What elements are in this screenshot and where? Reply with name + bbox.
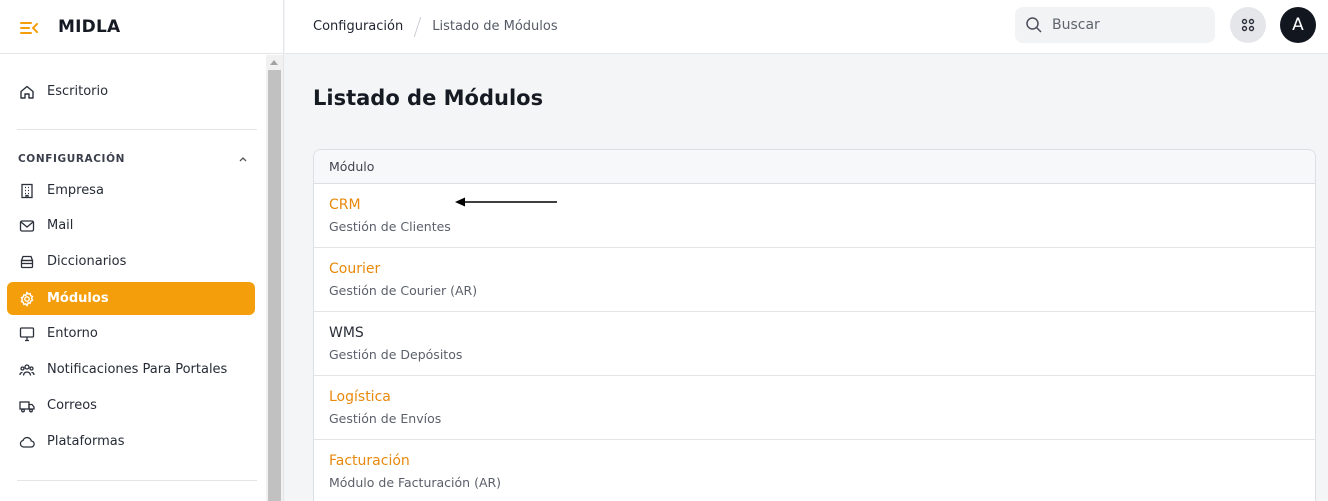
sidebar-item-label: Escritorio xyxy=(47,84,109,99)
sidebar-item-label: Notificaciones Para Portales xyxy=(47,362,228,377)
apps-button[interactable] xyxy=(1230,7,1266,43)
monitor-icon xyxy=(19,326,35,341)
breadcrumb: Configuración Listado de Módulos xyxy=(285,16,558,37)
sidebar-item-label: Empresa xyxy=(47,183,104,198)
sidebar-item-label: Entorno xyxy=(47,326,98,341)
table-row: WMS Gestión de Depósitos xyxy=(314,312,1315,376)
home-icon xyxy=(20,85,34,99)
module-description: Gestión de Clientes xyxy=(329,219,451,234)
search-input[interactable] xyxy=(1052,17,1192,33)
sidebar-item-diccionarios[interactable]: Diccionarios xyxy=(7,245,255,278)
table-row: CRM Gestión de Clientes xyxy=(314,184,1315,248)
module-link-logistica[interactable]: Logística xyxy=(329,389,1315,405)
users-icon xyxy=(19,363,35,376)
sidebar-scrollbar[interactable] xyxy=(266,55,283,501)
breadcrumb-configuracion[interactable]: Configuración xyxy=(313,19,403,34)
scroll-thumb[interactable] xyxy=(268,70,281,501)
breadcrumb-separator xyxy=(413,16,422,37)
brand-name: MIDLA xyxy=(58,16,121,37)
gear-icon xyxy=(20,290,34,307)
sidebar: MIDLA Escritorio CONFIGURACIÓN Empresa M… xyxy=(0,0,284,501)
arrow-left-icon xyxy=(455,197,557,207)
topbar: Configuración Listado de Módulos A xyxy=(285,0,1328,54)
module-description: Gestión de Depósitos xyxy=(329,347,463,362)
sidebar-item-modulos[interactable]: Módulos xyxy=(7,282,255,315)
table-row: Facturación Módulo de Facturación (AR) xyxy=(314,440,1315,501)
table-row: Logística Gestión de Envíos xyxy=(314,376,1315,440)
nav: Escritorio CONFIGURACIÓN Empresa Mail Di… xyxy=(0,55,266,501)
sidebar-item-notificaciones[interactable]: Notificaciones Para Portales xyxy=(7,353,255,386)
brand-bar: MIDLA xyxy=(0,0,283,54)
mail-icon xyxy=(19,219,35,232)
sidebar-item-correos[interactable]: Correos xyxy=(7,389,255,422)
module-name-wms: WMS xyxy=(329,325,364,341)
sidebar-item-label: Mail xyxy=(47,218,74,233)
apps-grid-icon xyxy=(1241,18,1255,32)
section-configuracion[interactable]: CONFIGURACIÓN xyxy=(18,153,248,165)
sidebar-item-plataformas[interactable]: Plataformas xyxy=(7,425,255,458)
module-link-facturacion[interactable]: Facturación xyxy=(329,453,1315,469)
page-title: Listado de Módulos xyxy=(313,86,544,110)
scroll-up-arrow-icon[interactable] xyxy=(270,60,278,65)
cloud-icon xyxy=(19,436,35,448)
table-header-modulo: Módulo xyxy=(314,150,1315,184)
sidebar-item-mail[interactable]: Mail xyxy=(7,209,255,242)
sidebar-item-escritorio[interactable]: Escritorio xyxy=(7,75,255,108)
module-description: Gestión de Envíos xyxy=(329,411,442,426)
chevron-up-icon xyxy=(239,157,247,162)
divider xyxy=(17,129,257,130)
module-description: Gestión de Courier (AR) xyxy=(329,283,478,298)
table-row: Courier Gestión de Courier (AR) xyxy=(314,248,1315,312)
sidebar-item-label: Diccionarios xyxy=(47,254,127,269)
module-description: Módulo de Facturación (AR) xyxy=(329,475,502,490)
truck-icon xyxy=(19,400,35,412)
archive-icon xyxy=(20,255,34,268)
breadcrumb-current: Listado de Módulos xyxy=(432,19,558,34)
search-icon xyxy=(1026,17,1042,33)
sidebar-item-entorno[interactable]: Entorno xyxy=(7,317,255,350)
sidebar-item-empresa[interactable]: Empresa xyxy=(7,174,255,207)
sidebar-item-label: Módulos xyxy=(47,291,109,306)
avatar[interactable]: A xyxy=(1280,7,1316,43)
section-title: CONFIGURACIÓN xyxy=(18,153,125,165)
menu-collapse-icon[interactable] xyxy=(20,20,38,34)
module-link-courier[interactable]: Courier xyxy=(329,261,1315,277)
sidebar-item-label: Correos xyxy=(47,398,97,413)
divider xyxy=(17,480,257,481)
building-icon xyxy=(21,183,33,198)
search-box[interactable] xyxy=(1015,7,1215,43)
sidebar-item-label: Plataformas xyxy=(47,434,125,449)
